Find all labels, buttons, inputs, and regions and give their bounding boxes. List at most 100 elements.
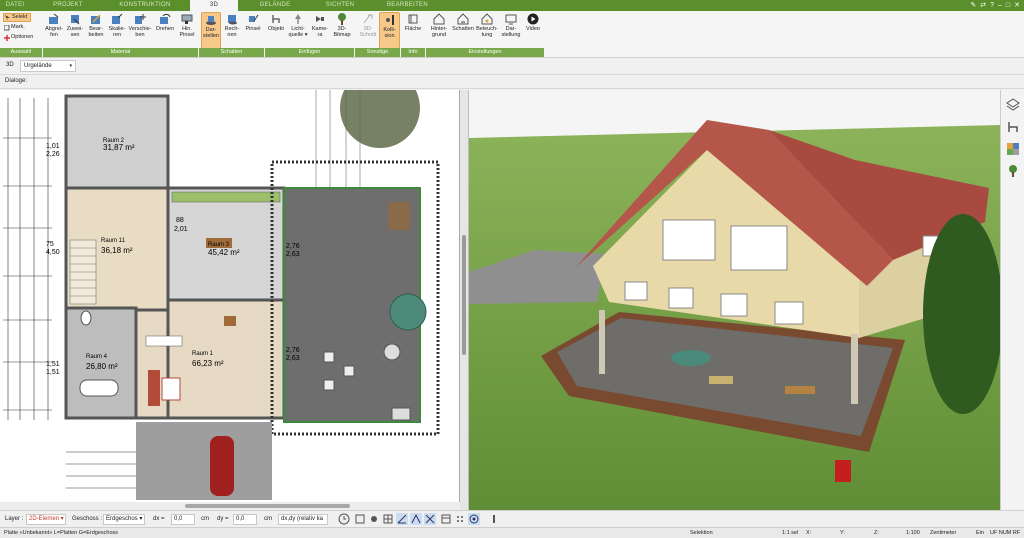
selekt-button[interactable]: Selekt [3,13,31,22]
dx-label: dx = [153,516,165,522]
hintergrund-button[interactable]: Hinter- grund [428,12,450,50]
room-2-area: 31,87 m² [103,143,135,152]
optionen-label: Optionen [11,34,34,40]
objekt-button[interactable]: Objekt [266,12,286,50]
layer-toolbar: Layer : 2D-Elemen ▾ Geschoss : Erdgescho… [0,510,1024,527]
lichtquelle-button[interactable]: Licht- quelle ▾ [287,12,309,50]
kamera-button[interactable]: Kame- ra [310,12,330,50]
dy-label: dy = [217,516,229,522]
more-icon[interactable] [488,513,500,525]
tab-gelaende[interactable]: GELÄNDE [245,0,305,11]
skalieren-button[interactable]: Skalie- ren [107,12,127,50]
pinsel-button[interactable]: Pinsel [243,12,263,50]
abgreifen-button[interactable]: Abgrei- fen [44,12,64,50]
3d-view[interactable] [469,90,1000,510]
minimize-icon[interactable]: – [998,1,1002,10]
coordinate-mode-select[interactable]: dx,dy (relativ ka [278,514,328,525]
parasol [389,293,427,331]
tab-sichten[interactable]: SICHTEN [310,0,370,11]
shadow-display-icon [206,16,216,25]
grid-icon[interactable] [382,513,394,525]
splitter-scroll-thumb[interactable] [462,235,466,355]
lounge-chair [391,407,411,421]
darstellung-button[interactable]: Dar- stellung [500,12,522,50]
tab-projekt[interactable]: PROJEKT [38,0,98,11]
status-unit: Zentimeter [930,530,957,536]
mark-button[interactable]: Mark. [3,24,25,31]
terrain-select[interactable]: Urgelände ▾ [20,60,76,72]
tab-konstruktion[interactable]: KONSTRUKTION [105,0,185,11]
kollision-button[interactable]: Kolli- sion [379,12,400,50]
brush-icon [181,14,193,24]
close-icon[interactable]: ✕ [1014,1,1020,10]
tab-datei[interactable]: DATEI [0,0,30,11]
target-icon[interactable] [468,513,480,525]
verschieben-button[interactable]: Verschie- ben [128,12,152,50]
chair-icon [272,15,280,23]
beleuchtung-label: Beleuch- tung [476,26,498,38]
chair-icon[interactable] [1006,120,1020,134]
terrace-table-top [388,202,410,230]
video-button[interactable]: Video [523,12,543,50]
kitchen-counter [171,191,281,203]
camera-icon [316,16,324,22]
table-icon[interactable] [440,513,452,525]
right-toolbar [1000,90,1024,510]
chair-a [323,351,335,363]
schatten-button[interactable]: Schatten [451,12,475,50]
edit-material-icon [91,14,101,24]
darstellen-button[interactable]: Dar- stellen [201,12,221,50]
geschoss-select[interactable]: Erdgeschos ▾ [103,514,145,525]
window-upper-right [730,225,788,271]
room-3-area: 45,42 m² [208,248,240,257]
dots-grid-icon[interactable] [454,513,466,525]
tab-3d[interactable]: 3D [190,0,238,11]
area-icon [408,14,418,24]
layers-icon[interactable] [1006,98,1020,112]
bearbeiten-button[interactable]: Bear- beiten [86,12,106,50]
shadow-calc-icon [228,15,237,25]
geschoss-label: Geschoss : [72,516,103,522]
clock-icon[interactable] [338,513,350,525]
scale-material-icon [112,13,123,24]
maximize-icon[interactable]: □ [1006,1,1010,10]
angle-icon[interactable] [396,513,408,525]
dx-input[interactable]: 0,0 [171,514,195,525]
plants-icon[interactable] [1006,164,1020,178]
beleuchtung-button[interactable]: Beleuch- tung [476,12,498,50]
rechnen-button[interactable]: Rech- nen [222,12,242,50]
window-mid-left [668,287,694,309]
materials-icon[interactable] [1006,142,1020,156]
scrollbar-thumb[interactable] [185,504,350,508]
flaeche-button[interactable]: Fläche [403,12,423,50]
bearbeiten-label: Bear- beiten [88,26,104,38]
edit-icon[interactable]: ✎ [970,1,976,10]
dim-label: 4,50 [46,249,60,256]
zuweisen-button[interactable]: Zuwei- sen [65,12,85,50]
pane-splitter[interactable] [460,90,469,510]
play-icon [527,13,539,25]
selekt-label: Selekt [12,14,28,20]
3d-schnitt-button[interactable]: 3D- Schnitt [358,12,378,50]
dy-input[interactable]: 0,0 [233,514,257,525]
snap-point-icon[interactable] [368,513,380,525]
hin-pinsel-label: Hin. Pinsel [179,26,195,38]
group-einstellungen: Einstellungen [426,48,545,57]
hin-pinsel-button[interactable]: Hin. Pinsel [177,12,197,50]
3d-bitmap-button[interactable]: 3D- Bitmap [331,12,353,50]
help-icon[interactable]: ? [990,1,994,10]
snap-icon[interactable] [354,513,366,525]
swap-icon[interactable]: ⇄ [980,1,986,10]
tab-bearbeiten[interactable]: BEARBEITEN [375,0,440,11]
lichtquelle-label: Licht- quelle ▾ [288,26,308,38]
plan-horizontal-scrollbar[interactable] [0,502,460,510]
drehen-button[interactable]: Drehen [154,12,176,50]
layer-select[interactable]: 2D-Elemen ▾ [26,514,66,525]
optionen-button[interactable]: Optionen [3,34,33,41]
plus-icon [4,35,10,41]
3d-parasol [671,350,711,366]
chair-b [343,365,355,377]
ortho-icon[interactable] [410,513,422,525]
magnet-icon[interactable] [424,513,436,525]
floor-plan-view[interactable]: Raum 2 31,87 m² Raum 11 36,18 m² Raum 3 … [0,90,460,510]
